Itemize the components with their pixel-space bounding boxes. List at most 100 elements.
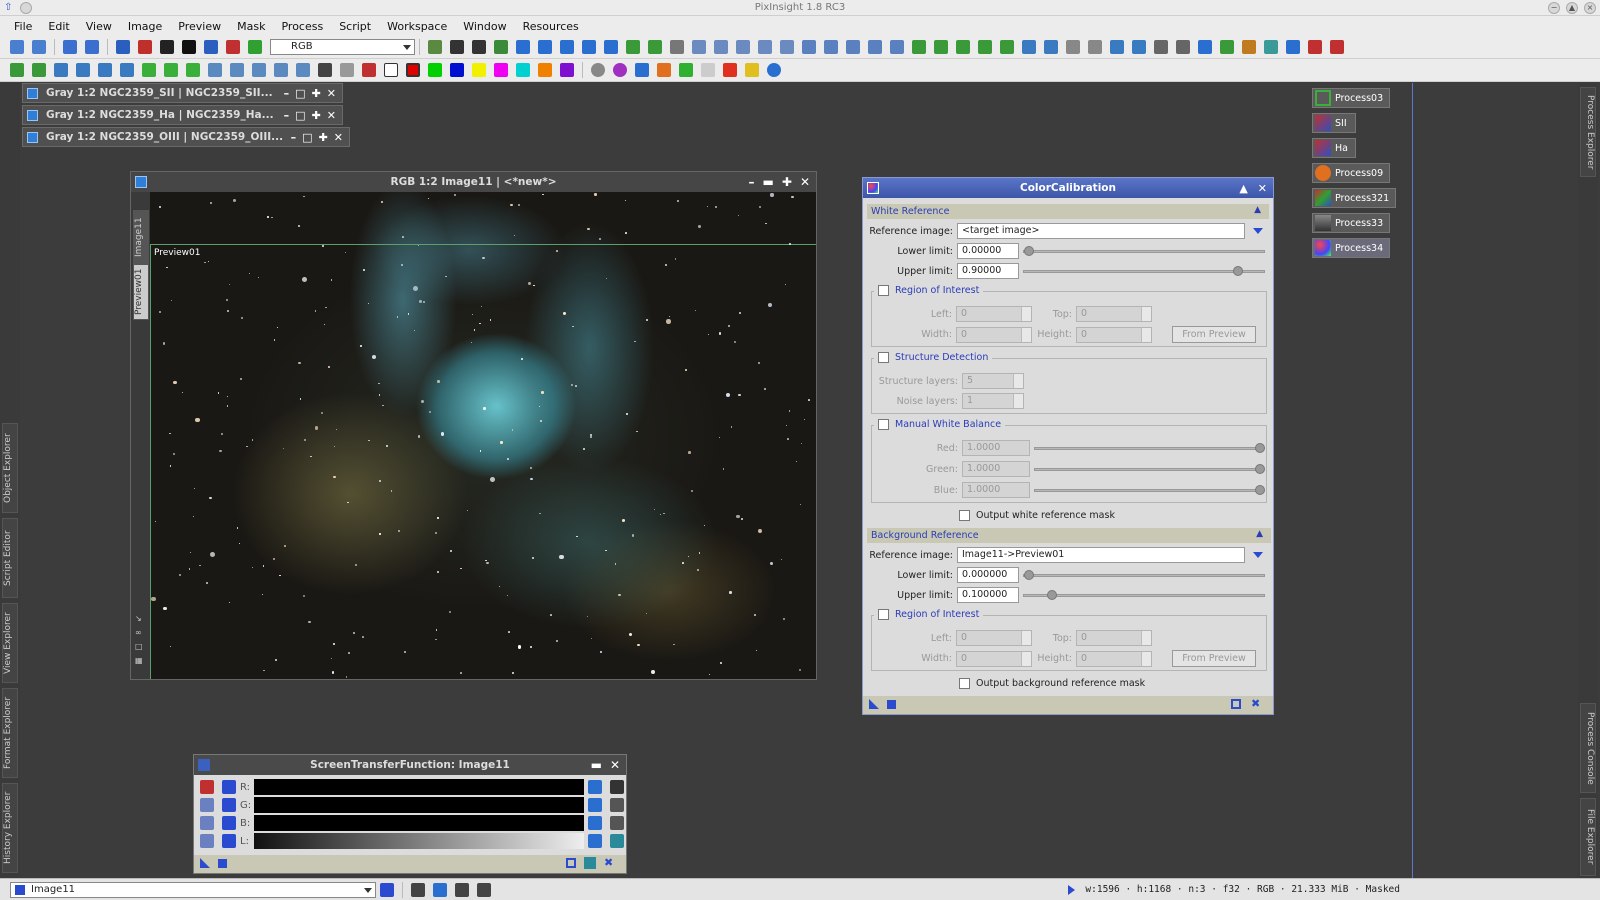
preferences-icon[interactable]: ✖ — [1251, 697, 1260, 710]
red-input[interactable]: 1.0000 — [962, 440, 1030, 456]
import-icon[interactable] — [1022, 40, 1036, 54]
dock-tab-object-explorer[interactable]: Object Explorer — [2, 423, 18, 513]
view-tab-image11[interactable]: Image11 — [133, 210, 149, 264]
close-icon[interactable]: ✕ — [327, 87, 336, 100]
roi-top-input[interactable]: 0 — [1076, 306, 1152, 322]
green-slider[interactable] — [1034, 463, 1265, 474]
image-window-titlebar[interactable]: RGB 1:2 Image11 | <*new*> – ▬ ✚ ✕ — [131, 172, 816, 192]
display-mode-icon[interactable] — [455, 882, 469, 897]
crop-icon[interactable] — [1110, 40, 1124, 54]
process-icon-sii[interactable]: SII — [1312, 113, 1356, 133]
display-icon[interactable] — [890, 40, 904, 54]
process-icon-process34[interactable]: Process34 — [1312, 238, 1390, 258]
preview-rectangle[interactable] — [150, 244, 816, 679]
stf-option-icon[interactable] — [222, 816, 236, 830]
zoom-out-icon[interactable] — [714, 40, 728, 54]
link-icon[interactable] — [222, 834, 236, 848]
green-input[interactable]: 1.0000 — [962, 461, 1030, 477]
maximize-icon[interactable]: ✚ — [319, 131, 328, 144]
new-image-icon[interactable] — [63, 40, 77, 54]
restore-icon[interactable]: □ — [302, 131, 312, 144]
slider-handle[interactable] — [1047, 589, 1057, 600]
menu-process[interactable]: Process — [273, 20, 331, 33]
bg-lower-limit-slider[interactable] — [1023, 569, 1265, 580]
zoom-fit-icon[interactable] — [428, 40, 442, 54]
green-cube-icon[interactable] — [164, 63, 178, 77]
star-mask-icon[interactable] — [10, 63, 24, 77]
iconified-window[interactable]: Gray 1:2 NGC2359_SII | NGC2359_SII... – □… — [22, 83, 343, 103]
maximize-button[interactable]: ▲ — [1566, 2, 1578, 14]
output-bg-mask-checkbox[interactable] — [959, 678, 970, 689]
green-swatch-icon[interactable] — [428, 63, 442, 77]
fullscreen-icon[interactable] — [824, 40, 838, 54]
output-white-mask-checkbox[interactable] — [959, 510, 970, 521]
iconified-window[interactable]: Gray 1:2 NGC2359_OIII | NGC2359_OIII... … — [22, 127, 350, 147]
stf-slider-l[interactable] — [253, 833, 584, 849]
track-view-icon[interactable] — [584, 857, 596, 869]
slider-handle[interactable] — [1233, 265, 1243, 276]
reset-channel-icon[interactable] — [588, 798, 602, 812]
menu-script[interactable]: Script — [331, 20, 379, 33]
slider-handle[interactable] — [1024, 569, 1034, 580]
stf-option-icon[interactable] — [222, 798, 236, 812]
menu-mask[interactable]: Mask — [229, 20, 273, 33]
menu-window[interactable]: Window — [455, 20, 514, 33]
zoom-1-2-icon[interactable] — [780, 40, 794, 54]
astro-image-canvas[interactable]: Preview01 — [150, 192, 816, 679]
mask-off-icon[interactable] — [1088, 40, 1102, 54]
gray-icon[interactable] — [318, 63, 332, 77]
shade-icon[interactable]: ▲ — [1239, 182, 1247, 195]
display-mode-icon[interactable] — [433, 882, 447, 897]
pointer-icon[interactable] — [670, 40, 684, 54]
slider-handle[interactable] — [1024, 245, 1034, 256]
from-preview-button[interactable]: From Preview — [1172, 650, 1256, 667]
edit-icon[interactable] — [934, 40, 948, 54]
minimize-icon[interactable]: – — [284, 109, 290, 122]
iconified-window[interactable]: Gray 1:2 NGC2359_Ha | NGC2359_Ha... – □ ✚ ✕ — [22, 105, 343, 125]
play-icon[interactable] — [723, 63, 737, 77]
close-icon[interactable]: ✕ — [800, 175, 810, 189]
menu-edit[interactable]: Edit — [40, 20, 77, 33]
menu-file[interactable]: File — [6, 20, 40, 33]
dock-tab-file-explorer[interactable]: File Explorer — [1580, 798, 1596, 876]
white-upper-limit-input[interactable]: 0.90000 — [957, 263, 1019, 279]
duplicate-icon[interactable] — [85, 40, 99, 54]
orange-swatch-icon[interactable] — [538, 63, 552, 77]
stf-slider-r[interactable] — [253, 779, 584, 795]
bg-upper-limit-input[interactable]: 0.100000 — [957, 587, 1019, 603]
script-s-icon[interactable] — [745, 63, 759, 77]
window-icon[interactable] — [450, 40, 464, 54]
green-cube-icon[interactable] — [186, 63, 200, 77]
new-window-icon[interactable] — [956, 40, 970, 54]
dynamic-crop-icon[interactable] — [626, 40, 640, 54]
slider-handle[interactable] — [1255, 484, 1265, 495]
collapse-icon[interactable]: ▲ — [1254, 205, 1261, 215]
cyan-swatch-icon[interactable] — [516, 63, 530, 77]
reset-channel-icon[interactable] — [588, 834, 602, 848]
close-button[interactable]: × — [1584, 2, 1596, 14]
pan-icon[interactable] — [516, 40, 530, 54]
rgb-channels-icon[interactable] — [226, 40, 240, 54]
dock-tab-history-explorer[interactable]: History Explorer — [2, 783, 18, 873]
process-icon-process33[interactable]: Process33 — [1312, 213, 1390, 233]
zoom-in-icon[interactable] — [692, 40, 706, 54]
gray-light-icon[interactable] — [340, 63, 354, 77]
fit-view-icon[interactable] — [802, 40, 816, 54]
roi-top-input[interactable]: 0 — [1076, 630, 1152, 646]
blue-swatch-icon[interactable] — [450, 63, 464, 77]
minimize-icon[interactable]: – — [291, 131, 297, 144]
stf-option-icon[interactable] — [200, 816, 214, 830]
show-mask-icon[interactable] — [204, 40, 218, 54]
align-icon[interactable] — [1176, 40, 1190, 54]
noise-layers-input[interactable]: 1 — [962, 393, 1024, 409]
zoom-1-1-icon[interactable] — [736, 40, 750, 54]
close-icon[interactable]: ✕ — [334, 131, 343, 144]
transform-icon[interactable] — [98, 63, 112, 77]
stf-option-icon[interactable] — [200, 798, 214, 812]
channel-icon[interactable] — [138, 40, 152, 54]
readout-icon[interactable] — [560, 40, 574, 54]
structure-detection-checkbox[interactable] — [878, 352, 889, 363]
roi-checkbox[interactable] — [878, 609, 889, 620]
roi-height-input[interactable]: 0 — [1076, 650, 1152, 667]
close-icon[interactable]: ✕ — [610, 758, 620, 772]
